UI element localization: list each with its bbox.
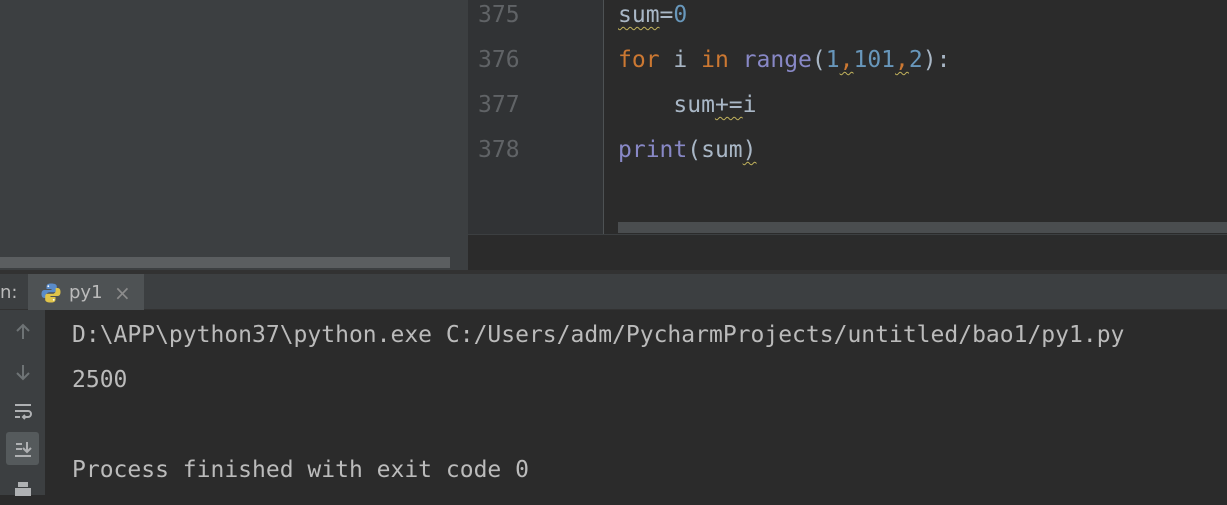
code-keyword: for xyxy=(618,47,660,73)
code-punctuation: ( xyxy=(811,47,826,73)
code-line[interactable]: print(sum) xyxy=(618,135,757,165)
up-arrow-icon[interactable] xyxy=(6,315,39,348)
code-builtin: print xyxy=(618,137,688,163)
close-icon[interactable]: × xyxy=(114,281,131,305)
code-identifier: i xyxy=(742,92,757,118)
code-line[interactable]: sum+=i xyxy=(618,90,757,120)
soft-wrap-icon[interactable] xyxy=(6,394,39,427)
code-line[interactable]: for i in range(1,101,2): xyxy=(618,45,950,75)
code-punctuation: ): xyxy=(922,47,951,73)
editor-horizontal-scrollbar[interactable] xyxy=(618,222,1227,233)
editor-bottom-area xyxy=(468,234,1227,270)
code-punctuation: ( xyxy=(687,137,702,163)
code-number: 2 xyxy=(908,47,923,73)
run-panel-label: n: xyxy=(0,282,18,303)
code-operator: = xyxy=(659,2,674,28)
code-number: 0 xyxy=(673,2,688,28)
console-command-line: D:\APP\python37\python.exe C:/Users/adm/… xyxy=(72,322,1125,348)
python-icon xyxy=(41,283,61,303)
line-number: 378 xyxy=(478,137,520,163)
run-tab-bar xyxy=(0,274,1227,310)
code-builtin: range xyxy=(742,47,812,73)
code-comma: , xyxy=(895,47,909,73)
down-arrow-icon[interactable] xyxy=(6,355,39,388)
code-comma: , xyxy=(839,47,854,73)
code-identifier: i xyxy=(659,47,702,73)
console-output-line: 2500 xyxy=(72,367,128,393)
code-identifier: sum xyxy=(673,92,715,118)
line-number: 376 xyxy=(478,47,520,73)
print-icon[interactable] xyxy=(6,472,39,505)
console-exit-message: Process finished with exit code 0 xyxy=(72,457,529,483)
code-number: 1 xyxy=(825,47,840,73)
code-identifier: sum xyxy=(701,137,743,163)
code-line[interactable]: sum=0 xyxy=(618,0,687,30)
line-number: 375 xyxy=(478,2,520,28)
tab-label: py1 xyxy=(69,282,103,303)
code-identifier: sum xyxy=(618,2,660,28)
scroll-to-end-icon[interactable] xyxy=(6,432,39,465)
code-number: 101 xyxy=(853,47,896,73)
code-punctuation: ) xyxy=(742,137,757,163)
project-panel xyxy=(0,0,468,270)
code-keyword: in xyxy=(701,47,729,73)
line-number: 377 xyxy=(478,92,520,118)
project-horizontal-scrollbar[interactable] xyxy=(0,257,450,268)
code-operator: += xyxy=(714,92,743,118)
